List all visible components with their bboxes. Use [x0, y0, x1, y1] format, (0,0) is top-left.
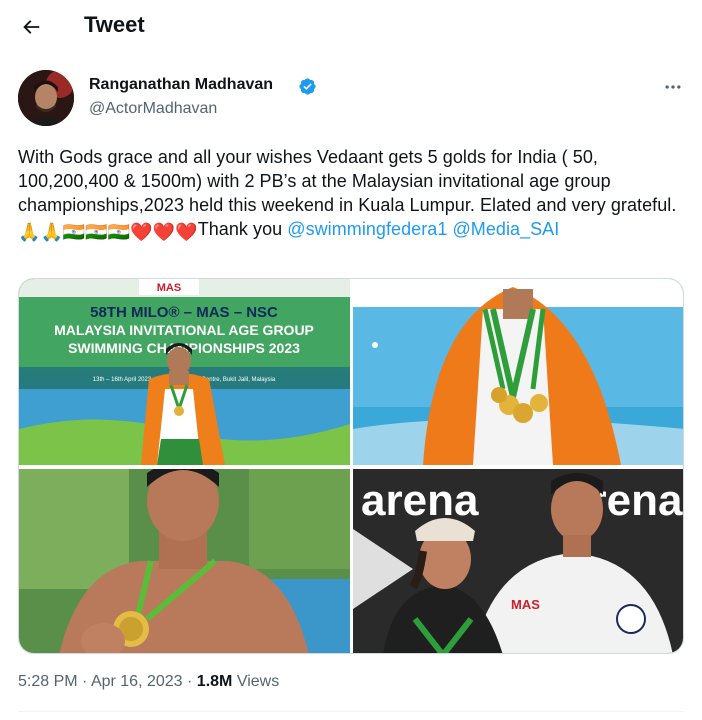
author-handle[interactable]: @ActorMadhavan [89, 100, 217, 118]
tweet-meta: 5:28 PM · Apr 16, 2023 · 1.8M Views [18, 673, 279, 691]
mention-swimming-federation[interactable]: @swimmingfedera1 [287, 219, 447, 239]
banner-line-2: MALAYSIA INVITATIONAL AGE GROUP [54, 322, 314, 338]
tweet-body: With Gods grace and all your wishes Veda… [18, 147, 677, 215]
photo-podium[interactable]: MAS 58TH MILO® – MAS – NSC MALAYSIA INVI… [19, 279, 350, 465]
verified-badge-icon [299, 78, 316, 95]
banner-logo-text: MAS [157, 282, 181, 294]
shirt-logo-text: MAS [511, 597, 540, 612]
arena-brand-left: arena [361, 476, 479, 525]
photo-athlete-with-mother[interactable]: arena arena MAS [353, 469, 683, 653]
meta-separator-1: · [82, 673, 88, 690]
arrow-left-icon [23, 20, 40, 34]
author-name[interactable]: Ranganathan Madhavan [89, 76, 273, 94]
views-count: 1.8M [196, 673, 233, 690]
media-grid: MAS 58TH MILO® – MAS – NSC MALAYSIA INVI… [18, 278, 684, 654]
meta-separator-2: · [187, 673, 193, 690]
photo-medals-closeup[interactable] [353, 279, 683, 465]
banner-line-1: 58TH MILO® – MAS – NSC [90, 304, 278, 321]
top-bar: Tweet [0, 0, 702, 54]
tweet-thanks: Thank you [197, 219, 288, 239]
more-options-button[interactable] [658, 72, 688, 102]
photo-athlete-medal[interactable] [19, 469, 350, 653]
page-title: Tweet [84, 12, 145, 37]
avatar[interactable] [18, 70, 74, 126]
tweet-date[interactable]: Apr 16, 2023 [91, 673, 183, 690]
tweet-time[interactable]: 5:28 PM [18, 673, 78, 690]
emoji-sequence: 🙏🙏🇮🇳🇮🇳🇮🇳❤️❤️❤️ [18, 222, 198, 242]
back-button[interactable] [14, 10, 48, 44]
mention-media-sai[interactable]: @Media_SAI [452, 219, 559, 239]
views-label: Views [236, 673, 280, 690]
more-horizontal-icon [665, 85, 681, 89]
tweet-text: With Gods grace and all your wishes Veda… [18, 145, 688, 244]
divider [18, 711, 684, 712]
